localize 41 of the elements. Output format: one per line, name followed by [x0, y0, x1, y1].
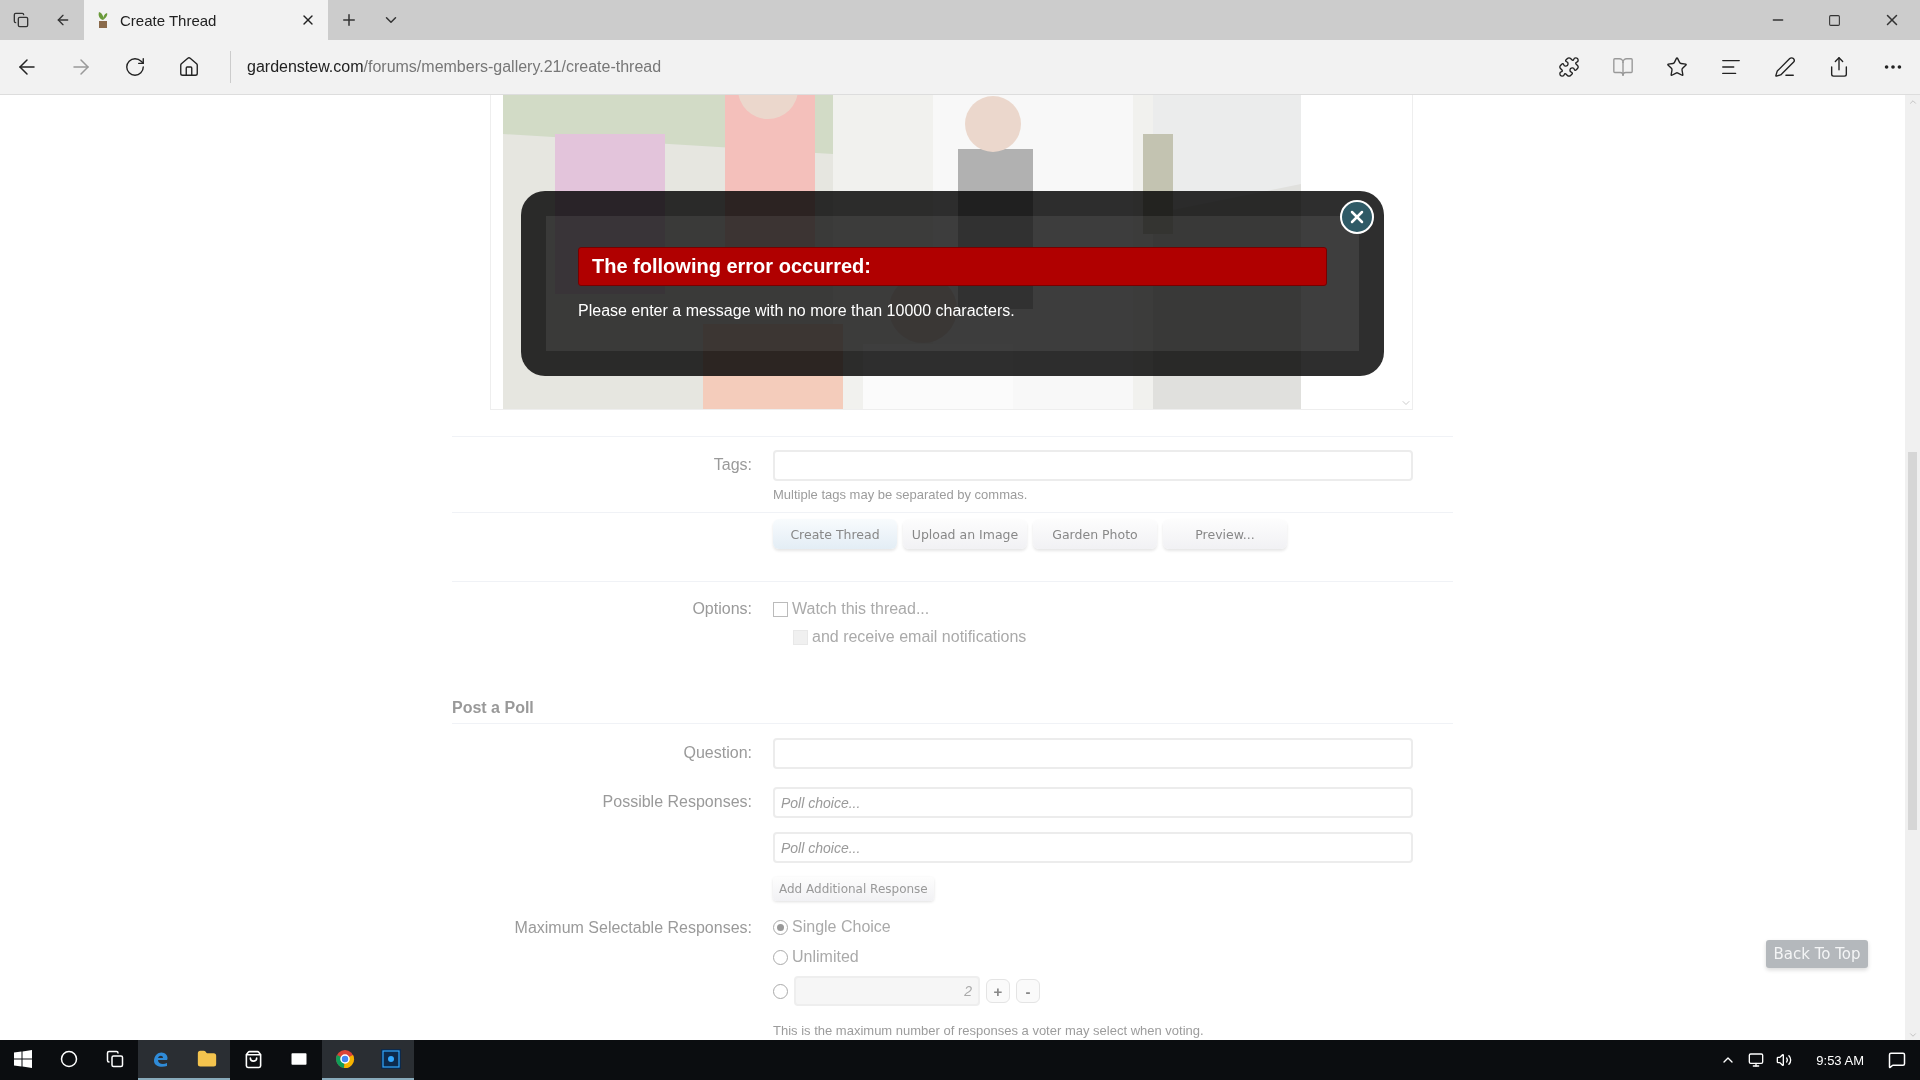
volume-icon[interactable]	[1776, 1052, 1793, 1068]
form-button[interactable]: Upload an Image	[903, 519, 1027, 549]
error-message: Please enter a message with no more than 10000 characters.	[578, 302, 1016, 320]
folder-icon[interactable]	[184, 1040, 230, 1080]
chrome-browser-icon[interactable]	[322, 1040, 368, 1080]
network-icon[interactable]	[1748, 1052, 1765, 1068]
checkbox-label: Watch this thread...	[792, 600, 930, 618]
form-button[interactable]: Create Thread	[773, 519, 897, 549]
radio-label: Single Choice	[792, 918, 891, 936]
field-label: Question:	[682, 743, 752, 762]
radio-button[interactable]	[773, 919, 788, 935]
browser-icon[interactable]	[138, 1040, 184, 1080]
browser-tab[interactable]: Create Thread	[84, 0, 328, 40]
radio-button[interactable]	[773, 983, 788, 999]
form-button[interactable]: Garden Photo	[1033, 519, 1157, 549]
response-field[interactable]: Poll choice...	[773, 832, 1413, 863]
field-label: Options:	[691, 599, 752, 618]
close-button[interactable]	[1340, 200, 1374, 234]
field-label: Possible Responses:	[601, 792, 752, 811]
radio-label: Unlimited	[792, 948, 859, 966]
section-heading: Post a Poll	[452, 699, 535, 718]
plant-icon	[96, 11, 110, 29]
scrollbar-thumb[interactable]	[1908, 452, 1917, 830]
checkbox-label: and receive email notifications	[812, 628, 1027, 646]
plus-button[interactable]: +	[986, 979, 1010, 1003]
field-label: Maximum Selectable Responses:	[513, 918, 752, 937]
add-response-button[interactable]: Add Additional Response	[773, 877, 934, 901]
field-hint: This is the maximum number of responses a voter may select when voting.	[773, 1023, 1205, 1038]
clock[interactable]: 9:53 AM	[1804, 1052, 1876, 1068]
notifications-icon[interactable]	[1888, 1051, 1906, 1069]
response-field[interactable]: Poll choice...	[773, 787, 1413, 818]
photo-editor-icon[interactable]	[368, 1040, 414, 1080]
minus-button[interactable]: -	[1016, 979, 1040, 1003]
back-to-top-button[interactable]: Back To Top	[1766, 940, 1868, 968]
form-button[interactable]: Preview...	[1163, 519, 1287, 549]
field-label: Tags:	[712, 455, 752, 474]
error-heading: The following error occurred:	[578, 247, 1327, 286]
number-field[interactable]: 2	[794, 976, 980, 1006]
field-hint: Multiple tags may be separated by commas.	[773, 487, 1029, 502]
checkbox[interactable]	[773, 601, 788, 617]
radio-button[interactable]	[773, 949, 788, 965]
